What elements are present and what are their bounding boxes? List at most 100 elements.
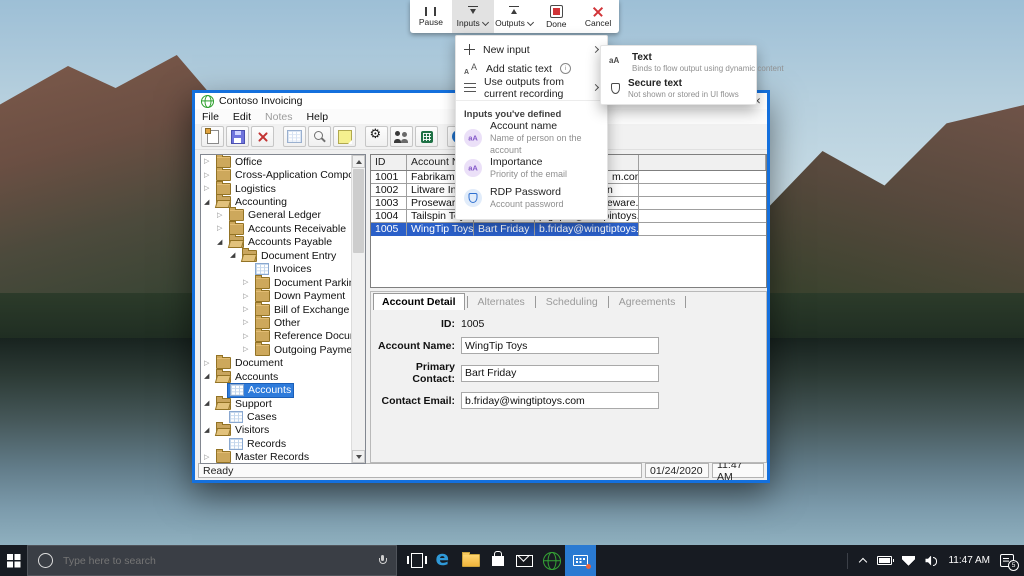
collapse-arrow-icon[interactable]: ▷ — [204, 158, 214, 165]
defined-input-account-name[interactable]: Account nameName of person on the accoun… — [456, 123, 607, 153]
contacts-button[interactable] — [390, 126, 413, 147]
column-header-4[interactable] — [639, 155, 766, 170]
action-center-button[interactable]: 5 — [1000, 554, 1014, 567]
tree-item-accounting[interactable]: ◢Accounting — [201, 195, 351, 208]
collapse-arrow-icon[interactable]: ▷ — [243, 306, 253, 313]
collapse-arrow-icon[interactable]: ▷ — [243, 333, 253, 340]
tree-item-document[interactable]: ▷Document — [201, 357, 351, 370]
column-header-id[interactable]: ID — [371, 155, 407, 170]
settings-button[interactable] — [365, 126, 388, 147]
tree-item-support[interactable]: ◢Support — [201, 397, 351, 410]
tree-item-accounts[interactable]: ◢Accounts — [201, 370, 351, 383]
defined-input-rdp-password[interactable]: RDP PasswordAccount password — [456, 183, 607, 213]
tree-item-cases[interactable]: Cases — [201, 410, 351, 423]
tray-chevron-up-icon[interactable] — [858, 557, 867, 564]
menu-help[interactable]: Help — [299, 111, 335, 123]
expand-arrow-icon[interactable]: ◢ — [204, 199, 214, 206]
expand-arrow-icon[interactable]: ◢ — [204, 400, 214, 407]
table-row[interactable]: 1005WingTip ToysBart Fridayb.friday@wing… — [371, 223, 766, 236]
tree-item-invoices[interactable]: Invoices — [201, 263, 351, 276]
globe-taskbar-button[interactable] — [538, 545, 565, 576]
defined-input-importance[interactable]: ImportancePriority of the email — [456, 153, 607, 183]
edge-taskbar-button[interactable] — [430, 545, 457, 576]
contact-email-input[interactable] — [461, 392, 659, 409]
account-name-input[interactable] — [461, 337, 659, 354]
menu-edit[interactable]: Edit — [226, 111, 258, 123]
expand-arrow-icon[interactable]: ◢ — [204, 427, 214, 434]
mail-taskbar-button[interactable] — [511, 545, 538, 576]
inputs-button[interactable]: Inputs — [452, 0, 494, 33]
expand-arrow-icon[interactable]: ◢ — [217, 239, 227, 246]
tree-item-document-parking[interactable]: ▷Document Parking — [201, 276, 351, 289]
scroll-down-icon[interactable] — [352, 450, 365, 463]
collapse-arrow-icon[interactable]: ▷ — [243, 319, 253, 326]
battery-icon[interactable] — [877, 556, 892, 565]
search-input[interactable] — [61, 554, 370, 568]
tree-item-general-ledger[interactable]: ▷General Ledger — [201, 209, 351, 222]
submenu-item-text[interactable]: TextBinds to flow output using dynamic c… — [601, 49, 756, 75]
cancel-button[interactable]: Cancel — [577, 0, 619, 33]
done-button[interactable]: Done — [535, 0, 577, 33]
tree-item-cross-application-components[interactable]: ▷Cross-Application Components — [201, 168, 351, 181]
pause-button[interactable]: Pause — [410, 0, 452, 33]
expand-arrow-icon[interactable]: ◢ — [230, 252, 240, 259]
scrollbar-thumb[interactable] — [353, 169, 364, 253]
expand-arrow-icon[interactable]: ◢ — [204, 373, 214, 380]
tree-item-office[interactable]: ▷Office — [201, 155, 351, 168]
toolbar-group-0 — [201, 126, 274, 147]
menu-item-new-input[interactable]: New input — [456, 40, 607, 59]
collapse-arrow-icon[interactable]: ▷ — [204, 185, 214, 192]
volume-icon[interactable] — [925, 556, 938, 566]
recorder-taskbar-button[interactable] — [565, 545, 596, 576]
tree-item-visitors[interactable]: ◢Visitors — [201, 424, 351, 437]
taskbar-search[interactable] — [27, 545, 397, 576]
tree-item-down-payment[interactable]: ▷Down Payment — [201, 289, 351, 302]
tree-item-records[interactable]: Records — [201, 437, 351, 450]
scroll-up-icon[interactable] — [352, 155, 365, 168]
store-taskbar-button[interactable] — [484, 545, 511, 576]
tab-scheduling[interactable]: Scheduling — [538, 294, 606, 310]
menu-item-use-outputs-from-current-recording[interactable]: Use outputs from current recording — [456, 78, 607, 97]
save-button[interactable] — [226, 126, 249, 147]
primary-contact-input[interactable] — [461, 365, 659, 382]
collapse-arrow-icon[interactable]: ▷ — [204, 454, 214, 461]
start-button[interactable] — [0, 545, 27, 576]
tree-item-other[interactable]: ▷ Other — [201, 316, 351, 329]
menu-file[interactable]: File — [195, 111, 226, 123]
collapse-arrow-icon[interactable]: ▷ — [217, 212, 227, 219]
tray-clock[interactable]: 11:47 AM — [948, 555, 990, 566]
new-doc-button[interactable] — [201, 126, 224, 147]
tree-scrollbar[interactable] — [351, 155, 365, 463]
tab-separator — [467, 296, 468, 308]
wifi-icon[interactable] — [902, 556, 915, 566]
collapse-arrow-icon[interactable]: ▷ — [243, 346, 253, 353]
table-button[interactable] — [283, 126, 306, 147]
tab-account-detail[interactable]: Account Detail — [373, 293, 465, 310]
tree-item-outgoing-payment[interactable]: ▷Outgoing Payment — [201, 343, 351, 356]
collapse-arrow-icon[interactable]: ▷ — [243, 279, 253, 286]
tree-item-document-entry[interactable]: ◢Document Entry — [201, 249, 351, 262]
search-button[interactable] — [308, 126, 331, 147]
collapse-arrow-icon[interactable]: ▷ — [204, 360, 214, 367]
tree-item-reference-documents[interactable]: ▷Reference Documents — [201, 330, 351, 343]
export-excel-button[interactable] — [415, 126, 438, 147]
notes-button[interactable] — [333, 126, 356, 147]
tree-item-accounts[interactable]: Accounts — [201, 383, 351, 396]
new-doc-icon — [207, 130, 219, 144]
tree-item-master-records[interactable]: ▷Master Records — [201, 451, 351, 463]
tab-alternates[interactable]: Alternates — [470, 294, 533, 310]
collapse-arrow-icon[interactable]: ▷ — [243, 293, 253, 300]
task-view-taskbar-button[interactable] — [403, 545, 430, 576]
tree-item-bill-of-exchange[interactable]: ▷Bill of Exchange — [201, 303, 351, 316]
collapse-arrow-icon[interactable]: ▷ — [217, 225, 227, 232]
delete-button[interactable] — [251, 126, 274, 147]
tree-item-label: Other — [274, 317, 300, 329]
tree-item-accounts-payable[interactable]: ◢Accounts Payable — [201, 236, 351, 249]
collapse-arrow-icon[interactable]: ▷ — [204, 172, 214, 179]
tab-agreements[interactable]: Agreements — [611, 294, 684, 310]
explorer-taskbar-button[interactable] — [457, 545, 484, 576]
tree-item-accounts-receivable[interactable]: ▷Accounts Receivable — [201, 222, 351, 235]
outputs-button[interactable]: Outputs — [494, 0, 536, 33]
tree-item-logistics[interactable]: ▷Logistics — [201, 182, 351, 195]
submenu-item-secure-text[interactable]: Secure textNot shown or stored in UI flo… — [601, 75, 756, 101]
